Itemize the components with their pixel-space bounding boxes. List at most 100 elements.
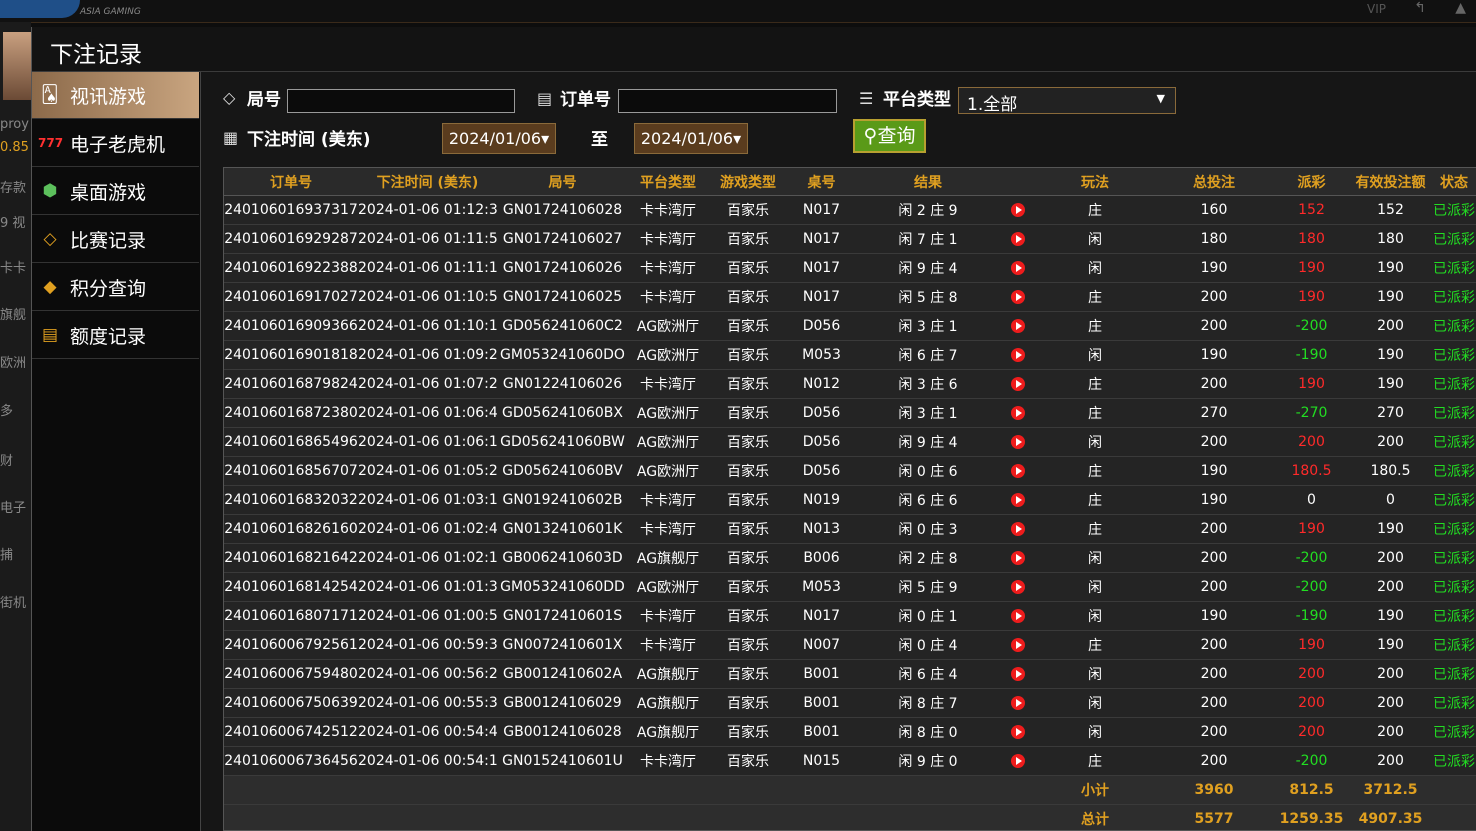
- play-video-icon[interactable]: [1011, 696, 1025, 710]
- play-video-icon[interactable]: [1011, 667, 1025, 681]
- play-video-icon[interactable]: [1011, 203, 1025, 217]
- sidebar-item-table-games[interactable]: ⬢ 桌面游戏: [32, 168, 199, 215]
- table-row: 240106016856707 2024-01-06 01:05:27 GD0562…: [224, 456, 1476, 486]
- cell-bet-type: 庄: [1035, 485, 1155, 515]
- table-row: 240106016832032 2024-01-06 01:03:17 GN0192…: [224, 485, 1476, 515]
- cell-round-id: GD056241060BX: [497, 398, 628, 428]
- cell-order-id: 240106016814254: [224, 572, 358, 602]
- cell-platform: AG欧洲厅: [628, 456, 708, 486]
- cell-replay: [1001, 253, 1035, 283]
- cell-table-no: M053: [788, 572, 855, 602]
- cell-round-id: GD056241060BW: [497, 427, 628, 457]
- sidebar-item-points[interactable]: ◆ 积分查询: [32, 264, 199, 311]
- cell-round-id: GB0062410603D: [497, 543, 628, 573]
- cell-result: 闲 8 庄 0: [855, 717, 1001, 747]
- play-video-icon[interactable]: [1011, 551, 1025, 565]
- cell-table-no: N017: [788, 224, 855, 254]
- date-from-picker[interactable]: 2024/01/06▾: [442, 123, 556, 154]
- tag-icon: ◇: [223, 88, 236, 107]
- order-input[interactable]: [618, 89, 837, 113]
- cell-game-type: 百家乐: [708, 572, 788, 602]
- cell-round-id: GN0172410601S: [497, 601, 628, 631]
- cell-result: 闲 9 庄 4: [855, 427, 1001, 457]
- play-video-icon[interactable]: [1011, 348, 1025, 362]
- play-video-icon[interactable]: [1011, 377, 1025, 391]
- cell-valid-bet: 200: [1350, 572, 1431, 602]
- play-video-icon[interactable]: [1011, 290, 1025, 304]
- play-video-icon[interactable]: [1011, 406, 1025, 420]
- cell-round-id: GN0132410601K: [497, 514, 628, 544]
- cell-valid-bet: 180.5: [1350, 456, 1431, 486]
- app-logo: [0, 0, 80, 18]
- cell-replay: [1001, 630, 1035, 660]
- play-video-icon[interactable]: [1011, 754, 1025, 768]
- cell-game-type: 百家乐: [708, 224, 788, 254]
- cell-bet-time: 2024-01-06 01:05:27: [358, 456, 497, 486]
- cell-round-id: GN01724106025: [497, 282, 628, 312]
- sidebar-item-match-records[interactable]: ◇ 比赛记录: [32, 216, 199, 263]
- cell-result: 闲 0 庄 6: [855, 456, 1001, 486]
- cell-replay: [1001, 282, 1035, 312]
- sidebar-item-label: 积分查询: [70, 278, 147, 300]
- app-topbar: ASIA GAMING VIP ↰ ▲: [0, 0, 1476, 23]
- play-video-icon[interactable]: [1011, 493, 1025, 507]
- cell-total-bet: 270: [1155, 398, 1273, 428]
- vip-label[interactable]: VIP: [1367, 2, 1386, 16]
- query-button[interactable]: ⚲查询: [853, 119, 926, 153]
- diamond-icon: ◆: [43, 277, 57, 297]
- play-video-icon[interactable]: [1011, 464, 1025, 478]
- cell-table-no: D056: [788, 427, 855, 457]
- cell-result: 闲 5 庄 8: [855, 282, 1001, 312]
- bg-text: 多: [0, 404, 14, 419]
- back-arrow-icon[interactable]: ↰: [1414, 0, 1426, 16]
- cell-replay: [1001, 340, 1035, 370]
- cell-game-type: 百家乐: [708, 340, 788, 370]
- user-icon[interactable]: ▲: [1455, 0, 1466, 16]
- cell-platform: AG欧洲厅: [628, 311, 708, 341]
- cell-result: 闲 6 庄 7: [855, 340, 1001, 370]
- play-video-icon[interactable]: [1011, 435, 1025, 449]
- document-icon: ▤: [41, 325, 59, 345]
- query-button-label: 查询: [877, 125, 916, 147]
- cell-payout: 190: [1273, 282, 1350, 312]
- play-video-icon[interactable]: [1011, 319, 1025, 333]
- cell-platform: 卡卡湾厅: [628, 746, 708, 776]
- cell-bet-time: 2024-01-06 00:54:12: [358, 746, 497, 776]
- platform-select[interactable]: 1.全部 ▼: [958, 87, 1176, 115]
- cell-round-id: GN0192410602B: [497, 485, 628, 515]
- cell-valid-bet: 190: [1350, 601, 1431, 631]
- subtotal-label: 小计: [1035, 775, 1155, 805]
- cell-status: 已派彩: [1431, 340, 1476, 370]
- cell-payout: 152: [1273, 195, 1350, 225]
- cell-replay: [1001, 311, 1035, 341]
- cell-valid-bet: 190: [1350, 282, 1431, 312]
- play-video-icon[interactable]: [1011, 580, 1025, 594]
- col-header: 订单号: [224, 168, 358, 196]
- play-video-icon[interactable]: [1011, 725, 1025, 739]
- sidebar-item-credit-records[interactable]: ▤ 额度记录: [32, 312, 199, 359]
- play-video-icon[interactable]: [1011, 609, 1025, 623]
- cell-bet-type: 闲: [1035, 543, 1155, 573]
- round-input[interactable]: [287, 89, 515, 113]
- play-video-icon[interactable]: [1011, 261, 1025, 275]
- sidebar-item-slots[interactable]: 777 电子老虎机: [32, 120, 199, 167]
- cell-bet-time: 2024-01-06 01:10:51: [358, 282, 497, 312]
- cell-payout: 180: [1273, 224, 1350, 254]
- date-to-picker[interactable]: 2024/01/06▾: [634, 123, 748, 154]
- cell-game-type: 百家乐: [708, 427, 788, 457]
- cell-payout: -190: [1273, 340, 1350, 370]
- bg-text: 财: [0, 454, 14, 469]
- play-video-icon[interactable]: [1011, 638, 1025, 652]
- cell-table-no: N007: [788, 630, 855, 660]
- play-video-icon[interactable]: [1011, 232, 1025, 246]
- cell-order-id: 240106016826160: [224, 514, 358, 544]
- cell-platform: AG欧洲厅: [628, 572, 708, 602]
- cell-bet-type: 庄: [1035, 282, 1155, 312]
- cell-bet-time: 2024-01-06 01:02:15: [358, 543, 497, 573]
- cell-bet-time: 2024-01-06 01:11:19: [358, 253, 497, 283]
- cell-round-id: GN0152410601U: [497, 746, 628, 776]
- col-header: 结果: [855, 168, 1001, 196]
- cell-replay: [1001, 688, 1035, 718]
- play-video-icon[interactable]: [1011, 522, 1025, 536]
- sidebar-item-live-games[interactable]: 🂡 视讯游戏: [32, 72, 199, 119]
